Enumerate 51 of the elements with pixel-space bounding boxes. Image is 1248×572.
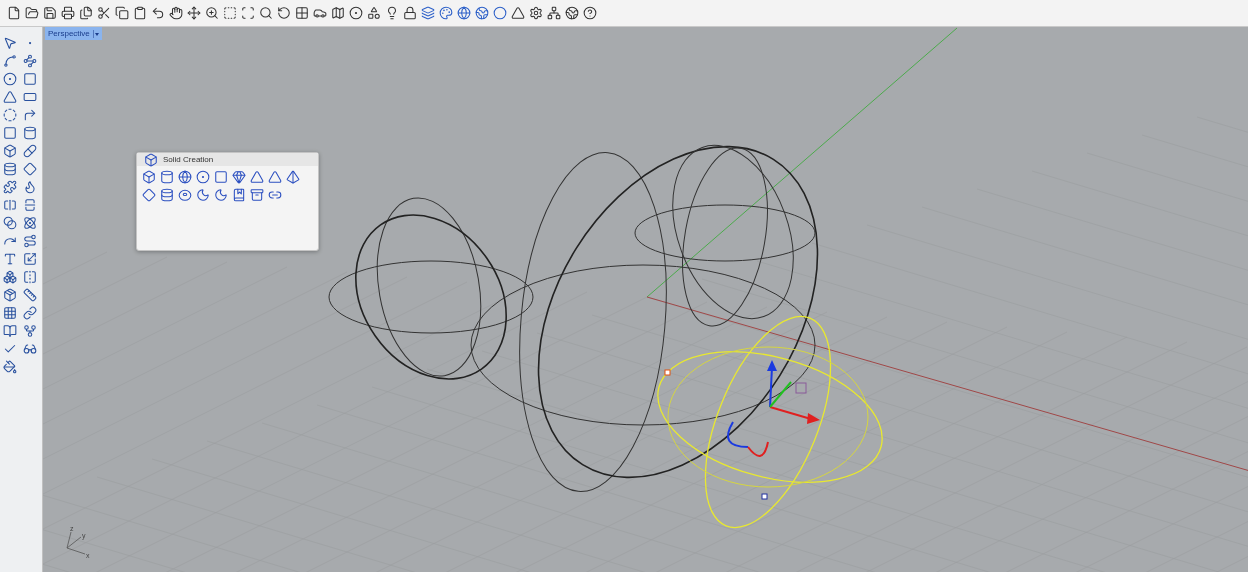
copy-icon[interactable]: [114, 5, 130, 21]
folder-icon[interactable]: [24, 5, 40, 21]
dimension-icon[interactable]: [22, 287, 38, 303]
block-icon[interactable]: [2, 287, 18, 303]
panel-title: Solid Creation: [163, 155, 214, 164]
axis-icon: [66, 531, 86, 555]
chain-icon[interactable]: [22, 305, 38, 321]
array-icon[interactable]: [2, 269, 18, 285]
lock-icon[interactable]: [402, 5, 418, 21]
sphere-icon[interactable]: [177, 169, 193, 185]
zoom-icon[interactable]: [204, 5, 220, 21]
text-icon[interactable]: [2, 251, 18, 267]
grid-icon[interactable]: [2, 305, 18, 321]
undo-icon[interactable]: [150, 5, 166, 21]
union-icon[interactable]: [2, 215, 18, 231]
cylinder-icon[interactable]: [159, 169, 175, 185]
tree-icon[interactable]: [546, 5, 562, 21]
hand-icon[interactable]: [168, 5, 184, 21]
shapes-icon[interactable]: [366, 5, 382, 21]
book-icon[interactable]: [2, 323, 18, 339]
document-icon[interactable]: [6, 5, 22, 21]
paint-icon[interactable]: [2, 359, 18, 375]
cylinder-icon[interactable]: [2, 161, 18, 177]
help-icon[interactable]: [582, 5, 598, 21]
viewport-tab[interactable]: Perspective: [45, 27, 102, 40]
scissors-icon[interactable]: [96, 5, 112, 21]
dropdown-icon[interactable]: [92, 29, 99, 38]
move-icon[interactable]: [186, 5, 202, 21]
pages-icon[interactable]: [78, 5, 94, 21]
printer-icon[interactable]: [60, 5, 76, 21]
sphere-icon[interactable]: [456, 5, 472, 21]
capsule-icon[interactable]: [22, 143, 38, 159]
viewport-layout-icon[interactable]: [294, 5, 310, 21]
pyramid-icon[interactable]: [285, 169, 301, 185]
polygon-icon[interactable]: [2, 89, 18, 105]
globe-icon[interactable]: [564, 5, 580, 21]
settings-icon[interactable]: [528, 5, 544, 21]
layers-icon[interactable]: [420, 5, 436, 21]
search-icon[interactable]: [258, 5, 274, 21]
torus-icon[interactable]: [177, 187, 193, 203]
map-icon[interactable]: [330, 5, 346, 21]
box-icon[interactable]: [143, 151, 159, 168]
box-icon[interactable]: [141, 169, 157, 185]
circle-icon[interactable]: [2, 71, 18, 87]
clipboard-icon[interactable]: [132, 5, 148, 21]
save-icon[interactable]: [42, 5, 58, 21]
pointer-icon[interactable]: [2, 35, 18, 51]
box-icon[interactable]: [2, 143, 18, 159]
puzzle-icon[interactable]: [2, 179, 18, 195]
point-circle-icon[interactable]: [348, 5, 364, 21]
mirror-icon[interactable]: [22, 269, 38, 285]
